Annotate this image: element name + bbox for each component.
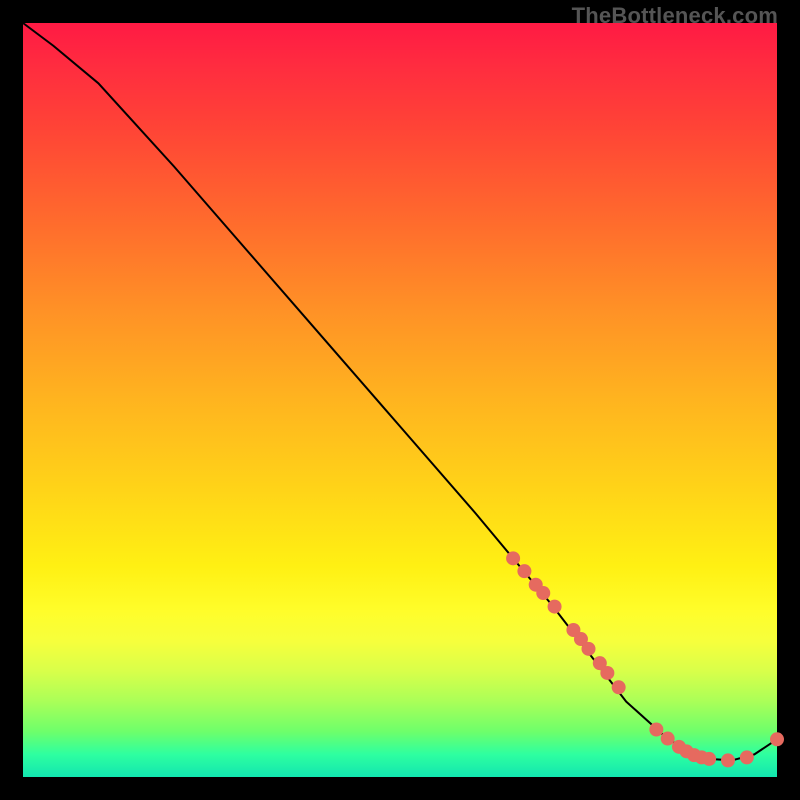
marker-dot — [721, 753, 735, 767]
marker-dot — [661, 732, 675, 746]
marker-dot — [582, 642, 596, 656]
marker-dot — [517, 564, 531, 578]
marker-dot — [536, 586, 550, 600]
marker-dot — [612, 680, 626, 694]
chart-overlay — [23, 23, 777, 777]
marker-dot — [600, 666, 614, 680]
marker-dot — [649, 723, 663, 737]
marker-dot — [548, 600, 562, 614]
marker-dot — [740, 750, 754, 764]
marker-dot — [702, 752, 716, 766]
curve-markers — [506, 551, 784, 767]
bottleneck-curve — [23, 23, 777, 760]
marker-dot — [506, 551, 520, 565]
marker-dot — [770, 732, 784, 746]
chart-stage: TheBottleneck.com — [0, 0, 800, 800]
